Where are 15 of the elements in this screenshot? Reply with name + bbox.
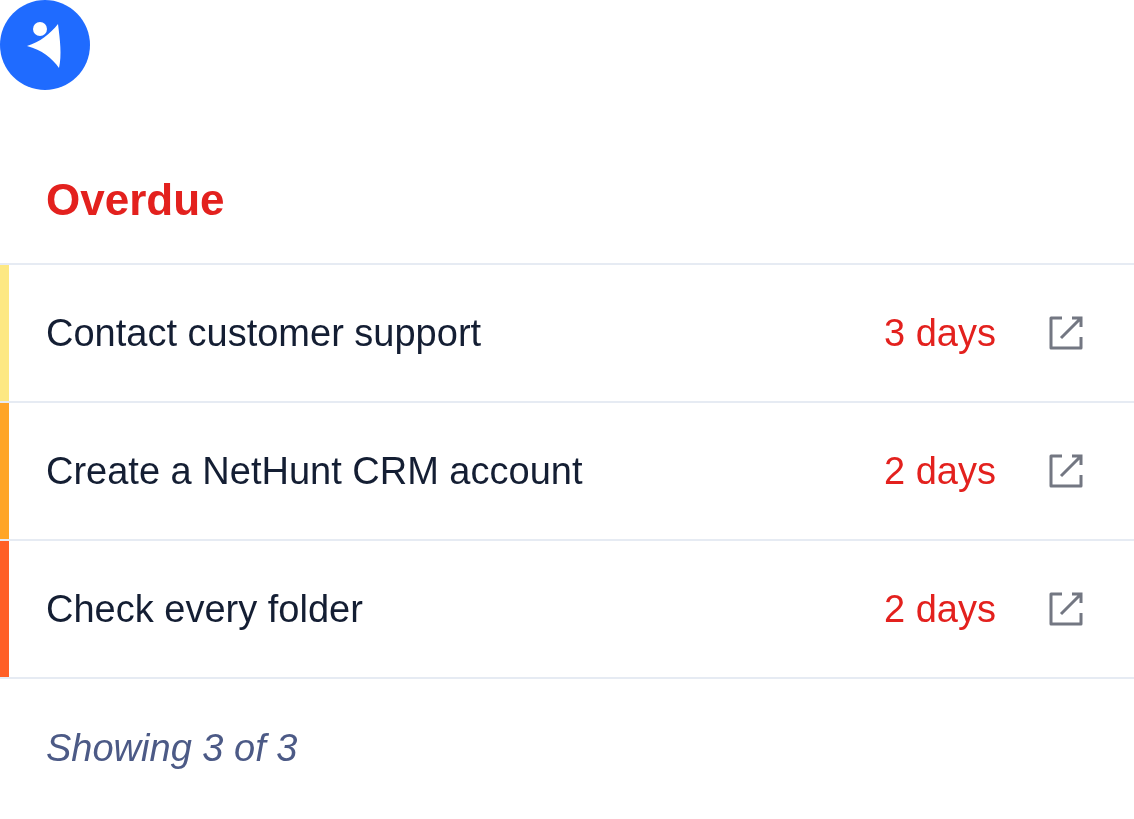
task-title: Create a NetHunt CRM account [46, 449, 584, 493]
task-row[interactable]: Check every folder 2 days [0, 541, 1134, 679]
open-external-icon[interactable] [1048, 453, 1084, 489]
open-external-icon[interactable] [1048, 591, 1084, 627]
showing-count: Showing 3 of 3 [46, 727, 299, 770]
open-external-icon[interactable] [1048, 315, 1084, 351]
task-row[interactable]: Create a NetHunt CRM account 2 days [0, 403, 1134, 541]
logo-icon [0, 0, 90, 90]
task-title: Check every folder [46, 587, 364, 631]
task-row[interactable]: Contact customer support 3 days [0, 265, 1134, 403]
overdue-time: 2 days [883, 449, 996, 493]
overdue-time: 3 days [883, 311, 996, 355]
section-title: Overdue [46, 178, 226, 222]
task-title: Contact customer support [46, 311, 483, 355]
overdue-time: 2 days [883, 587, 996, 631]
